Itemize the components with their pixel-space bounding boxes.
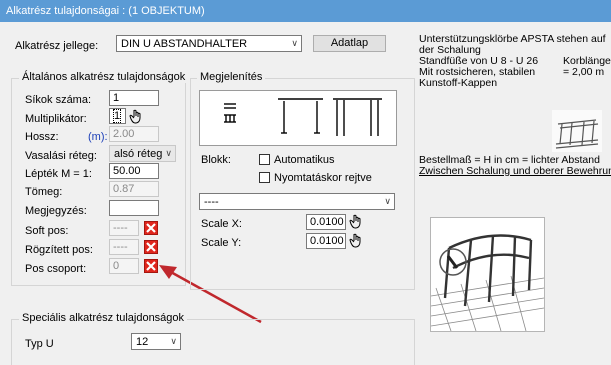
soft-pos-input: ---- — [109, 220, 139, 236]
weight-input: 0.87 — [109, 181, 159, 197]
rebar-layer-value: alsó réteg — [114, 148, 163, 160]
typ-u-value: 12 — [136, 336, 149, 348]
hand-pointer-icon[interactable] — [128, 108, 144, 124]
automatic-checkbox[interactable] — [259, 154, 270, 165]
block-preview-icon — [224, 98, 382, 136]
typ-u-select[interactable]: 12 ∨ — [131, 333, 181, 350]
scale-x-input[interactable]: 0.0100 — [306, 214, 346, 230]
part-type-select[interactable]: DIN U ABSTANDHALTER ∨ — [116, 35, 302, 52]
pos-group-label: Pos csoport: — [25, 263, 87, 275]
layer-select[interactable]: ---- ∨ — [199, 193, 395, 210]
length-unit: (m): — [88, 131, 108, 143]
block-preview — [199, 90, 397, 146]
weight-label: Tömeg: — [25, 186, 63, 198]
scale-x-label: Scale X: — [201, 218, 242, 230]
scale-y-input[interactable]: 0.0100 — [306, 233, 346, 249]
support-basket-photo-icon — [430, 234, 545, 332]
description-basket-length-value: = 2,00 m — [563, 66, 605, 78]
note-input[interactable] — [109, 200, 159, 216]
hide-print-label: Nyomtatáskor rejtve — [274, 172, 372, 184]
block-label: Blokk: — [201, 154, 231, 166]
rebar-layer-label: Vasalási réteg: — [25, 150, 97, 162]
window-title: Alkatrész tulajdonságai : (1 OBJEKTUM) — [6, 5, 205, 17]
support-basket-photo — [430, 217, 545, 332]
pos-group-input: 0 — [109, 258, 139, 274]
scale-input[interactable]: 50.00 — [109, 163, 159, 179]
window-titlebar: Alkatrész tulajdonságai : (1 OBJEKTUM) — [0, 0, 611, 22]
chevron-down-icon: ∨ — [165, 148, 172, 158]
typ-u-label: Typ U — [25, 338, 54, 350]
datasheet-button[interactable]: Adatlap — [313, 35, 386, 52]
fixed-pos-delete-button[interactable] — [144, 240, 158, 254]
hand-pointer-icon[interactable] — [348, 232, 364, 248]
layer-value: ---- — [204, 196, 219, 208]
part-type-label: Alkatrész jellege: — [15, 40, 99, 52]
support-basket-image — [552, 110, 602, 152]
soft-pos-label: Soft pos: — [25, 225, 69, 237]
length-input: 2.00 — [109, 126, 159, 142]
close-icon — [146, 242, 156, 252]
part-type-value: DIN U ABSTANDHALTER — [121, 38, 248, 50]
soft-pos-delete-button[interactable] — [144, 221, 158, 235]
multiplier-input[interactable]: 1 — [109, 108, 126, 124]
note-label: Megjegyzés: — [25, 205, 87, 217]
display-title: Megjelenítés — [197, 71, 266, 83]
description-line-5: Kunstoff-Kappen — [419, 77, 498, 89]
fixed-pos-label: Rögzített pos: — [25, 244, 93, 256]
general-properties-title: Általános alkatrész tulajdonságok — [19, 71, 189, 83]
fixed-pos-input: ---- — [109, 239, 139, 255]
hand-pointer-icon[interactable] — [348, 213, 364, 229]
chevron-down-icon: ∨ — [384, 196, 391, 206]
special-properties-title: Speciális alkatrész tulajdonságok — [19, 312, 188, 324]
hide-print-checkbox[interactable] — [259, 172, 270, 183]
automatic-label: Automatikus — [274, 154, 335, 166]
multiplier-label: Multiplikátor: — [25, 113, 87, 125]
scale-y-label: Scale Y: — [201, 237, 242, 249]
scale-label: Lépték M = 1: — [25, 168, 92, 180]
order-size-line-2: Zwischen Schalung und oberer Bewehrung — [419, 165, 611, 177]
length-label: Hossz: — [25, 131, 59, 143]
rebar-layer-select[interactable]: alsó réteg ∨ — [109, 145, 176, 162]
multiplier-value: 1 — [113, 109, 122, 123]
special-properties-group — [11, 319, 415, 365]
close-icon — [146, 223, 156, 233]
levels-input[interactable]: 1 — [109, 90, 159, 106]
chevron-down-icon: ∨ — [170, 336, 177, 346]
chevron-down-icon: ∨ — [291, 38, 298, 48]
levels-label: Síkok száma: — [25, 94, 92, 106]
